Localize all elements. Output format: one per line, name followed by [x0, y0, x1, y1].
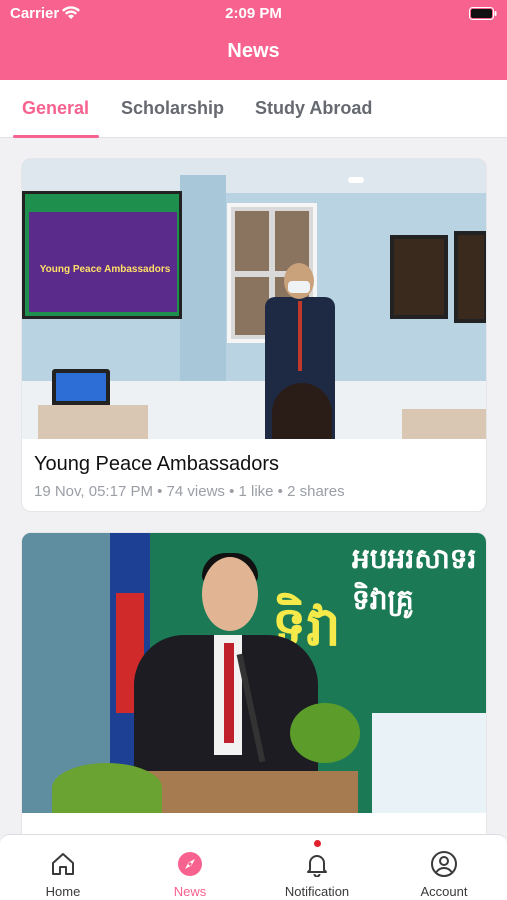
tab-general[interactable]: General — [22, 98, 89, 119]
news-feed[interactable]: Young Peace Ambassadors Young Peace Amba… — [0, 139, 507, 834]
laptop — [52, 369, 110, 409]
active-tab-indicator — [13, 135, 99, 138]
window-pane — [235, 211, 269, 271]
speaker-tie — [224, 643, 234, 743]
desk — [402, 409, 486, 439]
speaker-head — [202, 557, 258, 631]
banner-text: អបអរសាទរ ទិវាគ្រូ — [352, 543, 477, 615]
page-title: News — [227, 40, 280, 62]
account-icon — [431, 851, 457, 877]
compass-icon — [178, 852, 202, 876]
tab-study-abroad[interactable]: Study Abroad — [255, 98, 372, 119]
tv-screen: Young Peace Ambassadors — [22, 191, 182, 319]
whiteboard — [372, 713, 486, 813]
nav-account-label: Account — [420, 884, 468, 899]
tab-scholarship[interactable]: Scholarship — [121, 98, 224, 119]
tv-screen-content — [29, 212, 177, 312]
window-pane — [235, 277, 269, 335]
news-image[interactable]: អបអរសាទរ ទិវាគ្រូ ទិវា — [22, 533, 486, 813]
category-tabs: General Scholarship Study Abroad — [0, 80, 507, 138]
home-icon — [52, 853, 74, 875]
bell-icon — [307, 855, 327, 877]
battery-icon — [469, 7, 497, 20]
speaker-tie — [298, 301, 302, 371]
nav-account[interactable]: Account — [381, 835, 507, 900]
nav-notification-label: Notification — [284, 884, 350, 899]
news-card[interactable]: អបអរសាទរ ទិវាគ្រូ ទិវា — [21, 532, 487, 834]
window-pane — [275, 211, 309, 271]
status-bar: Carrier 2:09 PM — [0, 0, 507, 28]
news-card[interactable]: Young Peace Ambassadors Young Peace Amba… — [21, 158, 487, 512]
app-header: Carrier 2:09 PM News — [0, 0, 507, 80]
plant — [52, 763, 162, 813]
wall-painting — [390, 235, 448, 319]
news-meta: 19 Nov, 05:17 PM • 74 views • 1 like • 2… — [34, 483, 345, 500]
ceiling-lamp — [348, 177, 364, 183]
news-title[interactable]: Young Peace Ambassadors — [34, 453, 279, 476]
status-time: 2:09 PM — [225, 5, 282, 22]
nav-news-label: News — [173, 884, 207, 899]
wall-painting — [454, 231, 486, 323]
face-mask — [288, 281, 310, 293]
ceiling — [22, 159, 486, 193]
bottom-navigation: Home News Notification Account — [0, 834, 507, 900]
nav-home[interactable]: Home — [0, 835, 126, 900]
desk — [38, 405, 148, 439]
notification-badge — [314, 840, 321, 847]
nav-news[interactable]: News — [127, 835, 253, 900]
audience-member — [272, 383, 332, 439]
laptop-screen — [56, 373, 106, 401]
tv-screen-text: Young Peace Ambassadors — [39, 264, 171, 275]
plant — [290, 703, 360, 763]
nav-home-label: Home — [45, 884, 81, 899]
podium — [142, 771, 358, 813]
news-image[interactable]: Young Peace Ambassadors — [22, 159, 486, 439]
nav-notification[interactable]: Notification — [254, 835, 380, 900]
